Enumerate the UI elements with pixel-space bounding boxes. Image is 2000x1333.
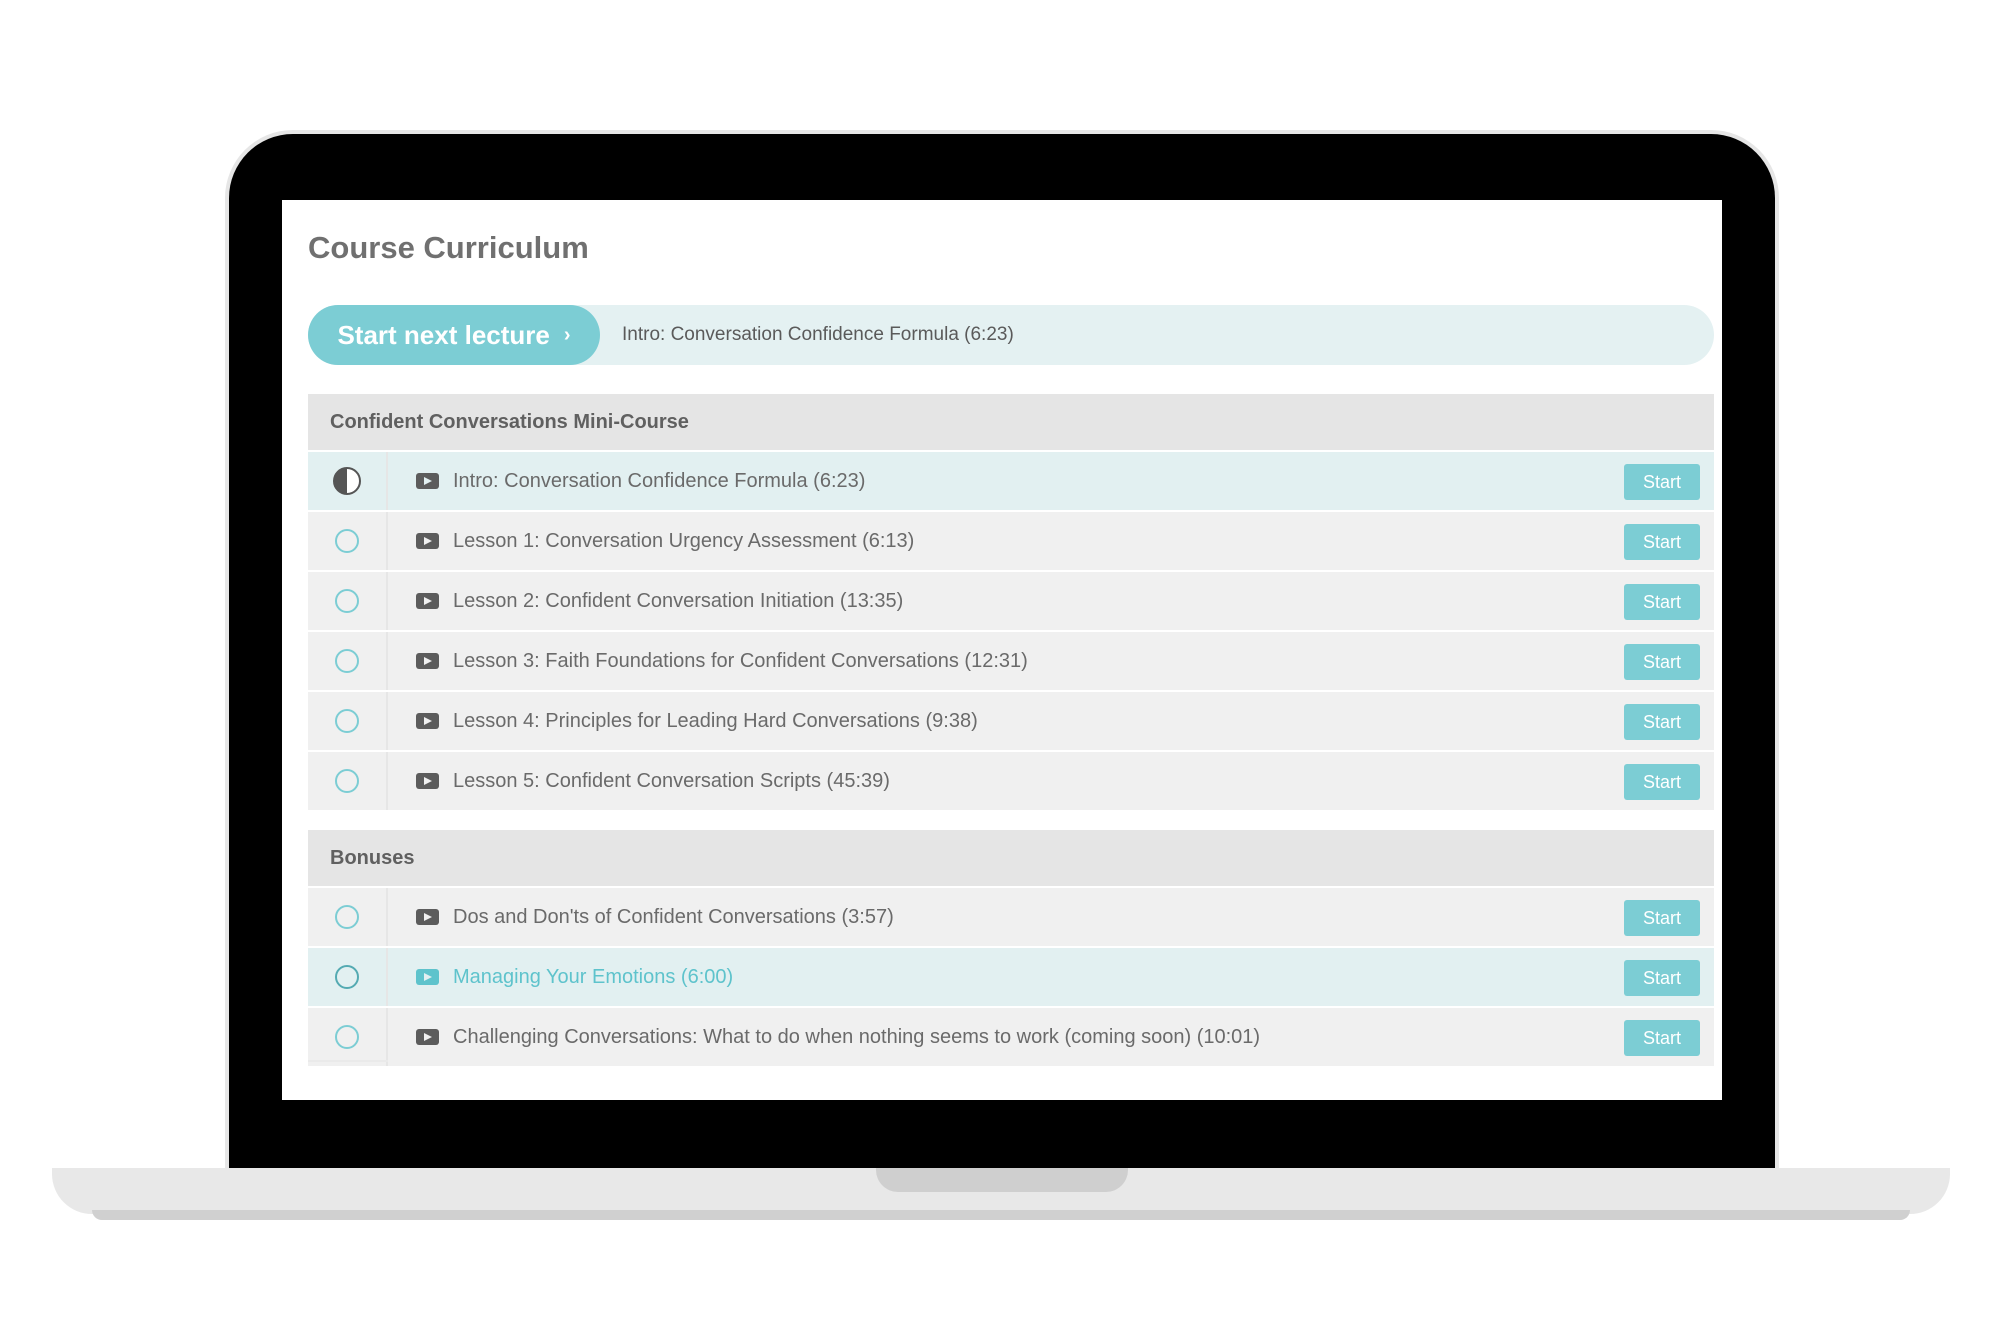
half-circle-icon: [333, 467, 361, 495]
lecture-row[interactable]: Managing Your Emotions (6:00) Start: [308, 948, 1714, 1006]
start-next-lecture-label: Start next lecture: [337, 319, 550, 350]
video-icon: [416, 909, 439, 925]
page-title: Course Curriculum: [308, 230, 589, 265]
lecture-status[interactable]: [308, 512, 388, 570]
section-header: Confident Conversations Mini-Course: [308, 394, 1714, 450]
divider: [308, 1060, 388, 1062]
lecture-row[interactable]: Challenging Conversations: What to do wh…: [308, 1008, 1714, 1066]
lecture-status[interactable]: [308, 452, 388, 510]
section-mini-course: Confident Conversations Mini-Course Intr…: [308, 394, 1714, 810]
empty-circle-icon: [335, 649, 359, 673]
lecture-title[interactable]: Lesson 1: Conversation Urgency Assessmen…: [453, 530, 914, 553]
video-icon: [416, 533, 439, 549]
lecture-status[interactable]: [308, 572, 388, 630]
video-icon: [416, 593, 439, 609]
video-icon: [416, 969, 439, 985]
lecture-title[interactable]: Intro: Conversation Confidence Formula (…: [453, 470, 865, 493]
empty-circle-icon: [335, 965, 359, 989]
empty-circle-icon: [335, 529, 359, 553]
next-lecture-bar: Start next lecture › Intro: Conversation…: [308, 305, 1714, 365]
lecture-status[interactable]: [308, 948, 388, 1006]
empty-circle-icon: [335, 905, 359, 929]
chevron-right-icon: ›: [563, 323, 571, 346]
video-icon: [416, 653, 439, 669]
start-next-lecture-button[interactable]: Start next lecture ›: [308, 305, 600, 365]
video-icon: [416, 473, 439, 489]
lecture-status[interactable]: [308, 888, 388, 946]
lecture-row[interactable]: Dos and Don'ts of Confident Conversation…: [308, 888, 1714, 946]
start-button[interactable]: Start: [1624, 1020, 1700, 1056]
start-button[interactable]: Start: [1624, 644, 1700, 680]
lecture-row[interactable]: Lesson 2: Confident Conversation Initiat…: [308, 572, 1714, 630]
lecture-row[interactable]: Lesson 3: Faith Foundations for Confiden…: [308, 632, 1714, 690]
video-icon: [416, 773, 439, 789]
laptop-base-shadow: [92, 1210, 1910, 1220]
start-button[interactable]: Start: [1624, 584, 1700, 620]
lecture-title[interactable]: Lesson 2: Confident Conversation Initiat…: [453, 590, 903, 613]
next-lecture-title: Intro: Conversation Confidence Formula (…: [622, 324, 1014, 345]
section-header: Bonuses: [308, 830, 1714, 886]
course-curriculum-screen: Course Curriculum Start next lecture › I…: [282, 200, 1722, 1100]
start-button[interactable]: Start: [1624, 524, 1700, 560]
lecture-status[interactable]: [308, 692, 388, 750]
lecture-title[interactable]: Lesson 3: Faith Foundations for Confiden…: [453, 650, 1028, 673]
lecture-row[interactable]: Lesson 1: Conversation Urgency Assessmen…: [308, 512, 1714, 570]
lecture-row[interactable]: Lesson 4: Principles for Leading Hard Co…: [308, 692, 1714, 750]
video-icon: [416, 713, 439, 729]
lecture-title[interactable]: Lesson 5: Confident Conversation Scripts…: [453, 770, 890, 793]
start-button[interactable]: Start: [1624, 764, 1700, 800]
lecture-title[interactable]: Lesson 4: Principles for Leading Hard Co…: [453, 710, 978, 733]
empty-circle-icon: [335, 1025, 359, 1049]
start-button[interactable]: Start: [1624, 704, 1700, 740]
lecture-status[interactable]: [308, 752, 388, 810]
empty-circle-icon: [335, 769, 359, 793]
lecture-status[interactable]: [308, 1008, 388, 1066]
lecture-row[interactable]: Lesson 5: Confident Conversation Scripts…: [308, 752, 1714, 810]
laptop-notch: [876, 1168, 1128, 1192]
video-icon: [416, 1029, 439, 1045]
start-button[interactable]: Start: [1624, 464, 1700, 500]
empty-circle-icon: [335, 589, 359, 613]
lecture-title[interactable]: Challenging Conversations: What to do wh…: [453, 1026, 1260, 1049]
lecture-title[interactable]: Managing Your Emotions (6:00): [453, 966, 733, 989]
lecture-title[interactable]: Dos and Don'ts of Confident Conversation…: [453, 906, 894, 929]
empty-circle-icon: [335, 709, 359, 733]
section-bonuses: Bonuses Dos and Don'ts of Confident Conv…: [308, 830, 1714, 1066]
start-button[interactable]: Start: [1624, 960, 1700, 996]
start-button[interactable]: Start: [1624, 900, 1700, 936]
lecture-row[interactable]: Intro: Conversation Confidence Formula (…: [308, 452, 1714, 510]
lecture-status[interactable]: [308, 632, 388, 690]
